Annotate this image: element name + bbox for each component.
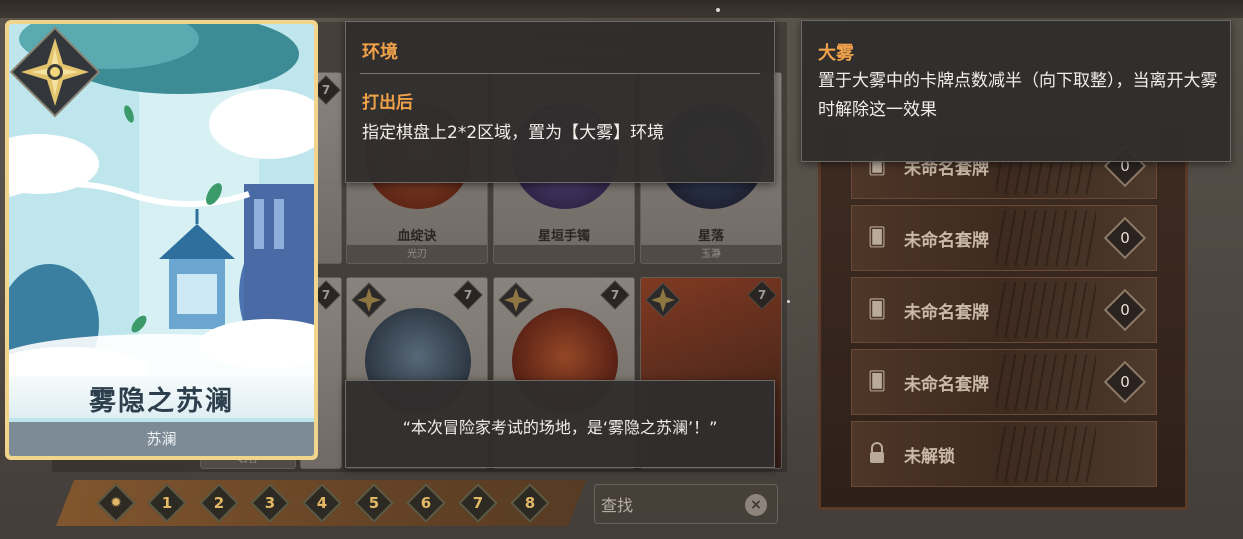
deck-label: 未命名套牌 bbox=[904, 303, 989, 323]
sparkle bbox=[787, 300, 790, 303]
filter-label: 5 bbox=[368, 494, 380, 512]
deck-count-badge: 0 bbox=[1103, 216, 1147, 260]
featured-card[interactable]: 雾隐之苏澜 苏澜 bbox=[5, 20, 318, 460]
filter-label: 1 bbox=[161, 494, 173, 512]
filter-label: 2 bbox=[213, 494, 225, 512]
card-name: 星垣手镯 bbox=[537, 229, 590, 244]
deck-icon: 🂠 bbox=[867, 227, 887, 248]
card-sub: 光刃 bbox=[347, 245, 487, 263]
card-name: 星落 bbox=[697, 229, 724, 244]
reeds-decoration bbox=[996, 210, 1096, 266]
search-box: × bbox=[594, 484, 778, 524]
tooltip-title: 大雾 bbox=[818, 43, 854, 64]
clear-icon[interactable]: × bbox=[745, 494, 767, 516]
deck-label: 未解锁 bbox=[904, 447, 955, 467]
card-name: 血绽诀 bbox=[397, 229, 437, 244]
deck-slot[interactable]: 🂠 未命名套牌 0 bbox=[851, 205, 1157, 271]
deck-slot-locked[interactable]: 未解锁 bbox=[851, 421, 1157, 487]
deck-count-badge: 0 bbox=[1103, 288, 1147, 332]
tooltip-description: 置于大雾中的卡牌点数减半（向下取整），当离开大雾时解除这一效果 bbox=[818, 71, 1218, 120]
deck-slot[interactable]: 🂠 未命名套牌 0 bbox=[851, 277, 1157, 343]
card-sub bbox=[494, 245, 634, 263]
tooltip-description: 指定棋盘上2*2区域，置为【大雾】环境 bbox=[362, 123, 665, 143]
deck-label: 未命名套牌 bbox=[904, 231, 989, 251]
filter-label: 3 bbox=[264, 494, 276, 512]
sun-star-emblem-icon bbox=[498, 282, 534, 318]
card-sub: 玉瀞 bbox=[641, 245, 781, 263]
sun-star-emblem-icon: ✹ bbox=[110, 495, 122, 511]
reeds-decoration bbox=[996, 426, 1096, 482]
filter-label: 4 bbox=[316, 494, 328, 512]
filter-label: 7 bbox=[472, 494, 484, 512]
sun-star-emblem-icon bbox=[351, 282, 387, 318]
deck-slot[interactable]: 🂠 未命名套牌 0 bbox=[851, 349, 1157, 415]
sparkle bbox=[716, 8, 720, 12]
filter-label: 8 bbox=[524, 494, 536, 512]
flavor-quote-tooltip: “本次冒险家考试的场地，是‘雾隐之苏澜’！” bbox=[345, 380, 775, 468]
cost-badge: 7 bbox=[747, 280, 777, 310]
cost-badge: 7 bbox=[600, 280, 630, 310]
reeds-decoration bbox=[996, 282, 1096, 338]
deck-panel: 🂠 未命名套牌 0 🂠 未命名套牌 0 🂠 未命名套牌 0 🂠 未命名套牌 0 … bbox=[818, 120, 1188, 510]
reeds-decoration bbox=[996, 354, 1096, 410]
tooltip-trigger: 打出后 bbox=[362, 93, 413, 113]
tooltip-divider bbox=[360, 73, 760, 74]
top-strip bbox=[0, 0, 1243, 18]
flavor-quote: “本次冒险家考试的场地，是‘雾隐之苏澜’！” bbox=[402, 418, 718, 437]
cost-badge: 7 bbox=[453, 280, 483, 310]
sun-star-emblem-icon bbox=[9, 26, 101, 118]
lock-icon bbox=[866, 442, 888, 466]
sun-star-emblem-icon bbox=[645, 282, 681, 318]
fog-tooltip: 大雾 置于大雾中的卡牌点数减半（向下取整），当离开大雾时解除这一效果 bbox=[801, 20, 1231, 162]
deck-count-badge: 0 bbox=[1103, 360, 1147, 404]
tooltip-title: 环境 bbox=[362, 42, 398, 63]
deck-icon: 🂠 bbox=[867, 371, 887, 392]
search-input[interactable] bbox=[601, 493, 741, 517]
filter-label: 6 bbox=[420, 494, 432, 512]
featured-card-subtitle: 苏澜 bbox=[9, 422, 314, 456]
environment-tooltip: 环境 打出后 指定棋盘上2*2区域，置为【大雾】环境 bbox=[345, 21, 775, 183]
deck-icon: 🂠 bbox=[867, 299, 887, 320]
featured-card-title: 雾隐之苏澜 bbox=[89, 386, 234, 417]
deck-label: 未命名套牌 bbox=[904, 375, 989, 395]
